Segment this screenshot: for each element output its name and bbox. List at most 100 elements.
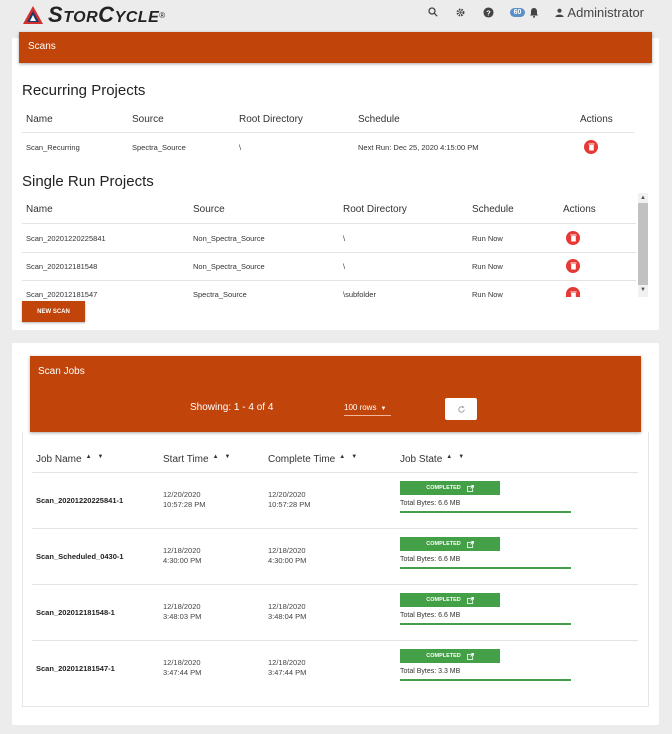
divider [22, 132, 634, 133]
showing-count: Showing: 1 - 4 of 4 [190, 402, 274, 413]
single-row-schedule: Run Now [472, 290, 503, 299]
recurring-row-schedule: Next Run: Dec 25, 2020 4:15:00 PM [358, 143, 479, 152]
col-source: Source [193, 204, 225, 215]
col-start-time[interactable]: Start Time ▲▼ [163, 454, 236, 465]
job-start: 12/18/2020 3:47:44 PM [163, 658, 202, 677]
single-row-source: Non_Spectra_Source [193, 262, 265, 271]
progress-bar [400, 623, 571, 625]
delete-button[interactable] [584, 140, 598, 154]
rows-per-page-select[interactable]: 100 rows ▼ [344, 403, 391, 416]
col-job-name[interactable]: Job Name ▲▼ [36, 454, 109, 465]
col-actions: Actions [580, 114, 613, 125]
divider [22, 252, 636, 253]
total-bytes: Total Bytes: 6.6 MB [400, 612, 461, 619]
single-row-name: Scan_202012181547 [26, 290, 98, 299]
search-icon[interactable] [426, 4, 440, 20]
progress-bar [400, 511, 571, 513]
recurring-row-root: \ [239, 143, 242, 152]
col-source: Source [132, 114, 164, 125]
progress-bar [400, 679, 571, 681]
single-row-root: \ [343, 234, 346, 243]
bell-icon[interactable] [527, 4, 541, 20]
svg-text:?: ? [486, 8, 491, 17]
sort-icon: ▲▼ [85, 454, 110, 460]
sort-icon: ▲▼ [446, 454, 471, 460]
recurring-projects-heading: Recurring Projects [22, 82, 146, 99]
status-badge[interactable]: COMPLETED [400, 649, 500, 663]
refresh-button[interactable] [445, 398, 477, 420]
single-row-source: Spectra_Source [193, 290, 247, 299]
top-bar: STORCYCLE ® ? 60 Administrator [0, 0, 672, 28]
scans-banner: Scans [19, 32, 652, 63]
scrollbar-thumb[interactable] [638, 203, 648, 285]
col-job-state[interactable]: Job State ▲▼ [400, 454, 470, 465]
status-badge[interactable]: COMPLETED [400, 481, 500, 495]
person-icon [555, 8, 564, 17]
user-name: Administrator [567, 4, 644, 20]
divider [22, 280, 636, 281]
single-row-root: \subfolder [343, 290, 376, 299]
single-row-schedule: Run Now [472, 262, 503, 271]
gear-icon[interactable] [454, 4, 468, 20]
single-row-name: Scan_20201220225841 [26, 234, 106, 243]
job-start: 12/20/2020 10:57:28 PM [163, 490, 206, 509]
job-start: 12/18/2020 3:48:03 PM [163, 602, 202, 621]
job-complete: 12/20/2020 10:57:28 PM [268, 490, 311, 509]
single-row-source: Non_Spectra_Source [193, 234, 265, 243]
recurring-row-source: Spectra_Source [132, 143, 186, 152]
trash-icon [570, 262, 576, 270]
notification-badge[interactable]: 60 [509, 7, 526, 17]
delete-button[interactable] [566, 231, 580, 245]
trash-icon [588, 143, 594, 151]
job-name[interactable]: Scan_Scheduled_0430-1 [36, 552, 124, 561]
col-root-directory: Root Directory [239, 114, 303, 125]
progress-bar [400, 567, 571, 569]
col-schedule: Schedule [358, 114, 400, 125]
job-name[interactable]: Scan_202012181548-1 [36, 608, 115, 617]
external-link-icon [466, 484, 474, 492]
delete-button[interactable] [566, 259, 580, 273]
external-link-icon [466, 596, 474, 604]
sort-icon: ▲▼ [339, 454, 364, 460]
jobs-table-container [22, 432, 649, 707]
new-scan-button[interactable]: NEW SCAN [22, 301, 85, 322]
job-name[interactable]: Scan_202012181547-1 [36, 664, 115, 673]
trash-icon [570, 234, 576, 242]
total-bytes: Total Bytes: 3.3 MB [400, 668, 461, 675]
job-complete: 12/18/2020 3:48:04 PM [268, 602, 307, 621]
divider [32, 472, 638, 473]
col-complete-time[interactable]: Complete Time ▲▼ [268, 454, 363, 465]
registered-mark: ® [159, 10, 166, 20]
delete-button[interactable] [566, 287, 580, 297]
col-root-directory: Root Directory [343, 204, 407, 215]
user-menu[interactable]: Administrator [555, 5, 644, 20]
help-icon[interactable]: ? [482, 4, 496, 20]
caret-down-icon: ▼ [380, 406, 387, 412]
col-schedule: Schedule [472, 204, 514, 215]
status-badge[interactable]: COMPLETED [400, 593, 500, 607]
job-complete: 12/18/2020 3:47:44 PM [268, 658, 307, 677]
logo-triangle-icon [23, 6, 43, 24]
divider [22, 223, 636, 224]
refresh-icon [457, 405, 465, 413]
storcycle-logo[interactable]: STORCYCLE ® [22, 2, 165, 28]
job-name[interactable]: Scan_20201220225841-1 [36, 496, 123, 505]
single-row-root: \ [343, 262, 346, 271]
job-start: 12/18/2020 4:30:00 PM [163, 546, 202, 565]
logo-text: STORCYCLE [48, 2, 160, 27]
trash-icon [570, 291, 576, 297]
col-actions: Actions [563, 204, 596, 215]
single-row-schedule: Run Now [472, 234, 503, 243]
scan-jobs-banner: Scan Jobs Showing: 1 - 4 of 4 100 rows ▼ [30, 356, 641, 432]
col-name: Name [26, 114, 53, 125]
col-name: Name [26, 204, 53, 215]
status-badge[interactable]: COMPLETED [400, 537, 500, 551]
total-bytes: Total Bytes: 6.6 MB [400, 556, 461, 563]
divider [32, 528, 638, 529]
divider [32, 584, 638, 585]
scroll-up-icon[interactable]: ▲ [638, 193, 648, 203]
sort-icon: ▲▼ [212, 454, 237, 460]
total-bytes: Total Bytes: 6.6 MB [400, 500, 461, 507]
scroll-down-icon[interactable]: ▼ [638, 285, 648, 295]
external-link-icon [466, 652, 474, 660]
